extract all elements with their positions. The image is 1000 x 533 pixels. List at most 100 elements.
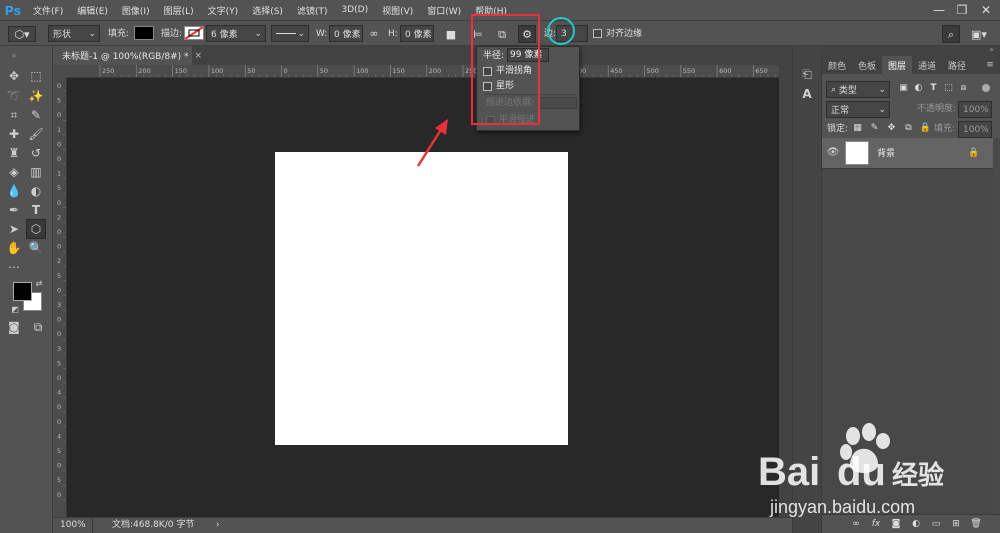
filter-type-icon[interactable]: T: [928, 82, 939, 94]
filter-shape-icon[interactable]: ⬚: [943, 82, 954, 94]
tool-preset-picker[interactable]: ⬡▾: [8, 26, 36, 42]
path-operations-icon[interactable]: ■: [442, 26, 460, 42]
tab-paths[interactable]: 路径: [942, 56, 972, 74]
ruler-label: 0: [57, 228, 61, 236]
chevron-down-icon: ⌄: [878, 84, 886, 95]
move-tool-icon[interactable]: ✥: [6, 68, 22, 84]
screen-mode-icon[interactable]: ⧉: [30, 319, 46, 335]
ruler-label: 550: [683, 67, 695, 75]
indent-field[interactable]: [539, 97, 577, 109]
path-selection-tool-icon[interactable]: ➤: [6, 221, 22, 237]
magic-wand-tool-icon[interactable]: ✨: [28, 88, 44, 104]
menu-select[interactable]: 选择(S): [245, 4, 290, 17]
ruler-label: 5: [57, 476, 61, 484]
opacity-field[interactable]: 100%: [958, 101, 992, 118]
layer-filter-dropdown[interactable]: ⌕ 类型 ⌄: [826, 81, 890, 98]
quick-mask-icon[interactable]: ◙: [6, 319, 22, 335]
blend-mode-dropdown[interactable]: 正常 ⌄: [826, 101, 890, 118]
zoom-tool-icon[interactable]: 🔍: [28, 240, 44, 256]
ruler-label: 0: [57, 155, 61, 163]
stroke-swatch[interactable]: [184, 26, 204, 40]
lock-all-icon[interactable]: 🔒: [920, 123, 931, 134]
type-tool-icon[interactable]: T: [28, 202, 44, 218]
ruler-label: 100: [356, 67, 368, 75]
ruler-label: 0: [57, 316, 61, 324]
lasso-tool-icon[interactable]: ➰: [6, 88, 22, 104]
filter-pixel-icon[interactable]: ▣: [898, 82, 909, 94]
status-menu-arrow-icon[interactable]: ›: [216, 519, 220, 531]
menu-filter[interactable]: 滤镜(T): [290, 4, 335, 17]
brush-tool-icon[interactable]: 🖌: [28, 126, 44, 142]
minimize-icon[interactable]: —: [928, 0, 950, 20]
tab-channels[interactable]: 通道: [912, 56, 942, 74]
menu-edit[interactable]: 编辑(E): [70, 4, 115, 17]
menu-3d[interactable]: 3D(D): [334, 5, 375, 15]
eye-icon[interactable]: 👁: [826, 147, 840, 159]
menu-view[interactable]: 视图(V): [375, 4, 420, 17]
layer-row[interactable]: 👁 背景 🔒: [822, 138, 993, 169]
menu-window[interactable]: 窗口(W): [420, 4, 468, 17]
lock-transparent-icon[interactable]: ▦: [852, 123, 863, 134]
mode-dropdown[interactable]: 形状 ⌄: [48, 25, 100, 42]
eraser-tool-icon[interactable]: ◈: [6, 164, 22, 180]
dodge-tool-icon[interactable]: ◐: [28, 183, 44, 199]
fill-opacity-field[interactable]: 100%: [958, 121, 992, 138]
menu-file[interactable]: 文件(F): [26, 4, 70, 17]
stroke-width-field[interactable]: 6 像素 ⌄: [206, 25, 266, 42]
ruler-label: 0: [57, 403, 61, 411]
workspace-switcher-icon[interactable]: ▣▾: [966, 25, 992, 43]
red-arrow: [416, 119, 448, 167]
polygon-tool-icon[interactable]: ⬡: [26, 219, 46, 239]
close-icon[interactable]: ✕: [975, 0, 997, 20]
tab-swatches[interactable]: 色板: [852, 56, 882, 74]
lock-position-icon[interactable]: ✥: [886, 123, 897, 134]
height-field[interactable]: 0 像素: [400, 25, 434, 42]
restore-icon[interactable]: ❐: [951, 0, 973, 20]
collapse-panel-icon[interactable]: »: [989, 45, 994, 54]
close-tab-icon[interactable]: ×: [195, 51, 203, 61]
menu-type[interactable]: 文字(Y): [201, 4, 246, 17]
tab-layers[interactable]: 图层: [882, 56, 912, 74]
lock-artboard-icon[interactable]: ⧉: [903, 123, 914, 134]
layer-name[interactable]: 背景: [877, 148, 895, 160]
hand-tool-icon[interactable]: ✋: [6, 240, 22, 256]
watermark-cn: 经验: [892, 460, 944, 491]
filter-toggle[interactable]: [982, 84, 990, 92]
width-field[interactable]: 0 像素: [329, 25, 363, 42]
document-canvas[interactable]: [275, 152, 568, 445]
more-tools-icon[interactable]: ⋯: [6, 259, 22, 275]
pen-tool-icon[interactable]: ✒: [6, 202, 22, 218]
blur-tool-icon[interactable]: 💧: [6, 183, 22, 199]
character-panel-icon[interactable]: A: [799, 86, 815, 102]
ruler-label: 150: [392, 67, 404, 75]
document-tab[interactable]: 未标题-1 @ 100%(RGB/8#) * ×: [54, 46, 202, 65]
filter-adjustment-icon[interactable]: ◐: [913, 82, 924, 94]
filter-smart-object-icon[interactable]: ⧈: [958, 82, 969, 94]
align-edges-checkbox[interactable]: [593, 29, 602, 38]
history-panel-icon[interactable]: ⎗: [799, 66, 815, 82]
healing-brush-tool-icon[interactable]: ✚: [6, 126, 22, 142]
menu-image[interactable]: 图像(I): [115, 4, 157, 17]
history-brush-tool-icon[interactable]: ↺: [28, 145, 44, 161]
menu-layer[interactable]: 图层(L): [157, 4, 201, 17]
search-icon[interactable]: ⌕: [942, 25, 960, 43]
lock-pixels-icon[interactable]: ✎: [869, 123, 880, 134]
default-colors-icon[interactable]: ◩: [10, 304, 20, 314]
ruler-label: 5: [57, 184, 61, 192]
tab-color[interactable]: 颜色: [822, 56, 852, 74]
panel-menu-icon[interactable]: ≡: [982, 56, 998, 74]
clone-stamp-tool-icon[interactable]: ♜: [6, 145, 22, 161]
marquee-tool-icon[interactable]: ⬚: [28, 68, 44, 84]
fill-swatch[interactable]: [134, 26, 154, 40]
foreground-color-swatch[interactable]: [13, 282, 32, 301]
swap-colors-icon[interactable]: ⇄: [34, 278, 44, 288]
crop-tool-icon[interactable]: ⌗: [6, 107, 22, 123]
eyedropper-tool-icon[interactable]: ✎: [28, 107, 44, 123]
collapse-panel-icon[interactable]: «: [6, 47, 22, 63]
stroke-style-dropdown[interactable]: ⌄: [271, 25, 309, 42]
zoom-level[interactable]: 100%: [60, 519, 86, 531]
link-icon[interactable]: ∞: [367, 26, 381, 40]
gradient-tool-icon[interactable]: ▥: [28, 164, 44, 180]
ruler-label: 5: [57, 359, 61, 367]
chevron-down-icon: ⌄: [254, 28, 262, 39]
